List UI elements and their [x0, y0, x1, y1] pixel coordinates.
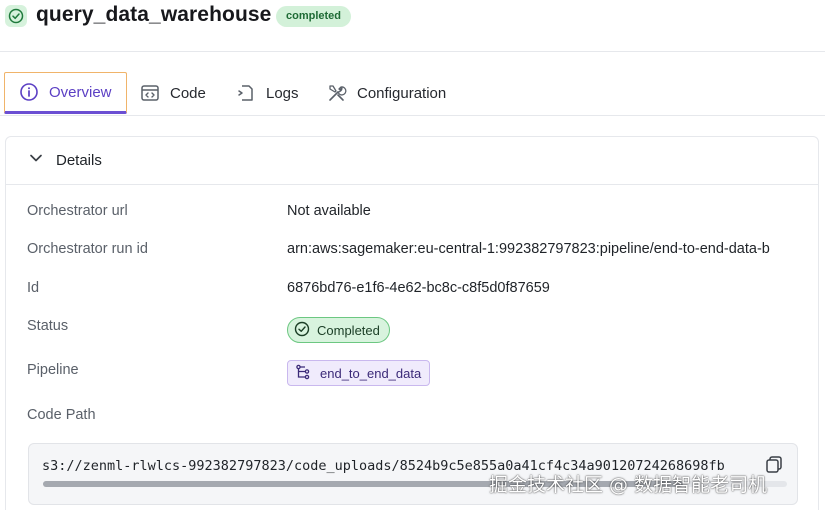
status-badge: completed — [276, 6, 352, 27]
tab-configuration-label: Configuration — [357, 84, 447, 102]
tab-configuration[interactable]: Configuration — [327, 72, 446, 114]
tab-code[interactable]: Code — [140, 72, 206, 114]
chevron-down-icon — [28, 150, 44, 171]
check-circle-icon — [294, 321, 310, 340]
details-card: Details Orchestrator url Not available O… — [5, 136, 819, 510]
page-header: query_data_warehouse completed — [0, 0, 825, 52]
section-title: Details — [56, 152, 102, 169]
tab-bar: Overview Code Logs Configuration — [0, 64, 825, 116]
pipeline-tree-icon — [295, 364, 311, 383]
tab-code-label: Code — [170, 84, 206, 102]
status-label: Status — [27, 318, 69, 334]
orchestrator-url-label: Orchestrator url — [27, 203, 128, 219]
pipeline-link[interactable]: end_to_end_data — [287, 360, 431, 386]
orchestrator-url-value: Not available — [287, 203, 371, 219]
tab-overview-label: Overview — [49, 83, 112, 101]
tab-logs-label: Logs — [266, 84, 299, 102]
code-window-icon — [140, 83, 160, 103]
tools-icon — [327, 83, 347, 103]
orchestrator-run-id-label: Orchestrator run id — [27, 241, 148, 257]
id-label: Id — [27, 280, 40, 296]
pipeline-label: Pipeline — [27, 362, 79, 378]
tab-logs[interactable]: Logs — [236, 72, 299, 114]
status-pill: Completed — [287, 317, 390, 343]
info-icon — [19, 82, 39, 102]
pipeline-link-label: end_to_end_data — [320, 365, 422, 381]
page-title: query_data_warehouse — [36, 3, 272, 26]
logs-icon — [236, 83, 256, 103]
tab-overview[interactable]: Overview — [4, 72, 127, 114]
code-path-label: Code Path — [27, 407, 96, 423]
id-value: 6876bd76-e1f6-4e62-bc8c-c8f5d0f87659 — [287, 280, 550, 296]
watermark: 掘金技术社区 @ 数据智能老司机 — [489, 474, 768, 496]
status-pill-label: Completed — [317, 322, 380, 338]
check-circle-icon — [5, 5, 27, 27]
orchestrator-run-id-value: arn:aws:sagemaker:eu-central-1:992382797… — [287, 241, 770, 257]
details-collapse-toggle[interactable]: Details — [6, 137, 818, 185]
